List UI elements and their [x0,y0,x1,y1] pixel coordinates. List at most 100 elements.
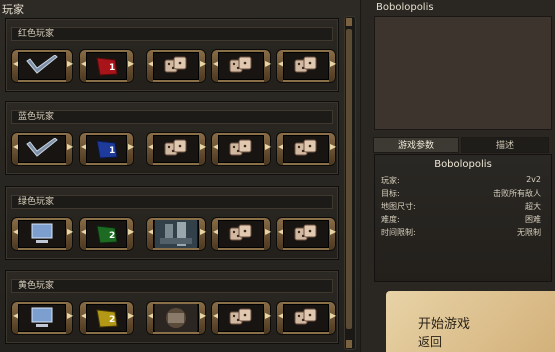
leader-slot[interactable]: ◀ ▶ [11,301,73,335]
next-arrow[interactable]: ▶ [264,218,271,250]
team-banner-icon: 2 [87,221,126,247]
next-arrow[interactable]: ▶ [329,302,336,334]
team-title: 绿色玩家 [11,195,333,209]
team-number: 2 [109,231,116,241]
info-label: 玩家: [381,176,400,185]
computer-icon [19,221,65,247]
players-scrollbar[interactable] [344,16,356,350]
team-section-green: 绿色玩家 ◀ ▶ ◀ 2 ▶ ◀ ▶ ◀ ▶ ◀ ▶ [5,186,339,260]
random-dice-icon [219,305,263,331]
leader-slot[interactable]: ◀ ▶ [11,49,73,83]
team-banner-slot[interactable]: ◀ 2 ▶ [79,217,134,251]
team-title: 红色玩家 [11,27,333,41]
hero-portrait-icon [154,304,198,332]
random-dice-icon [284,53,328,79]
back-button[interactable]: 返回 [418,333,442,350]
info-row-time-limit: 时间限制: 无限制 [381,227,541,240]
next-arrow[interactable]: ▶ [127,50,134,82]
info-value: 击败所有敌人 [493,189,541,198]
info-value: 2v2 [526,175,541,184]
team-number: 1 [109,63,116,73]
random-dice-icon [154,53,198,79]
team-number: 2 [109,315,116,325]
next-arrow[interactable]: ▶ [66,218,73,250]
computer-icon [19,305,65,331]
team-number: 1 [109,146,116,156]
info-label: 难度: [381,215,400,224]
players-header: 玩家 [2,3,24,16]
next-arrow[interactable]: ▶ [264,133,271,165]
hero-portrait-icon [154,220,198,248]
multiplayer-lobby-screen: 玩家 红色玩家 ◀ ▶ ◀ 1 ▶ ◀ ▶ ◀ ▶ ◀ ▶ 蓝色玩家 ◀ ▶ ◀… [0,0,555,352]
info-label: 时间限制: [381,228,416,237]
checkmark-icon [19,53,65,79]
info-value: 超大 [525,202,541,211]
info-tabs: 游戏参数 描述 [373,137,549,153]
next-arrow[interactable]: ▶ [199,133,206,165]
info-row-players: 玩家: 2v2 [381,175,541,188]
scroll-thumb[interactable] [346,29,352,329]
hero-slot[interactable]: ◀ ▶ [211,217,271,251]
next-arrow[interactable]: ▶ [329,218,336,250]
random-dice-icon [284,136,328,162]
next-arrow[interactable]: ▶ [199,218,206,250]
next-arrow[interactable]: ▶ [264,302,271,334]
team-banner-icon: 2 [87,305,126,331]
hero-slot[interactable]: ◀ ▶ [211,132,271,166]
game-parameters-panel: Bobolopolis 玩家: 2v2 目标: 击败所有敌人 地图尺寸: 超大 … [374,154,552,282]
next-arrow[interactable]: ▶ [199,50,206,82]
info-label: 目标: [381,189,400,198]
next-arrow[interactable]: ▶ [127,133,134,165]
parchment-menu: 开始游戏 返回 [386,291,555,352]
team-banner-icon: 1 [87,53,126,79]
hero-slot[interactable]: ◀ ▶ [146,49,206,83]
random-dice-icon [219,221,263,247]
info-row-map-size: 地图尺寸: 超大 [381,201,541,214]
hero-slot[interactable]: ◀ ▶ [276,217,336,251]
random-dice-icon [284,305,328,331]
next-arrow[interactable]: ▶ [66,133,73,165]
scroll-up-arrow[interactable] [346,18,352,26]
tab-game-parameters[interactable]: 游戏参数 [373,137,459,153]
map-preview [374,16,552,130]
hero-slot[interactable]: ◀ ▶ [211,301,271,335]
random-dice-icon [284,221,328,247]
info-row-difficulty: 难度: 困难 [381,214,541,227]
random-dice-icon [219,136,263,162]
hero-slot[interactable]: ◀ ▶ [211,49,271,83]
team-banner-slot[interactable]: ◀ 2 ▶ [79,301,134,335]
info-map-name: Bobolopolis [434,159,492,170]
next-arrow[interactable]: ▶ [329,133,336,165]
hero-slot[interactable]: ◀ ▶ [276,132,336,166]
next-arrow[interactable]: ▶ [199,302,206,334]
hero-slot[interactable]: ◀ ▶ [276,49,336,83]
next-arrow[interactable]: ▶ [127,218,134,250]
team-section-yellow: 黄色玩家 ◀ ▶ ◀ 2 ▶ ◀ ▶ ◀ ▶ ◀ ▶ [5,270,339,344]
hero-slot[interactable]: ◀ ▶ [146,132,206,166]
info-value: 无限制 [517,228,541,237]
tab-description[interactable]: 描述 [461,137,549,153]
checkmark-icon [19,136,65,162]
team-banner-slot[interactable]: ◀ 1 ▶ [79,49,134,83]
hero-slot[interactable]: ◀ ▶ [146,217,206,251]
hero-slot[interactable]: ◀ ▶ [276,301,336,335]
leader-slot[interactable]: ◀ ▶ [11,217,73,251]
next-arrow[interactable]: ▶ [127,302,134,334]
team-section-blue: 蓝色玩家 ◀ ▶ ◀ 1 ▶ ◀ ▶ ◀ ▶ ◀ ▶ [5,101,339,175]
leader-slot[interactable]: ◀ ▶ [11,132,73,166]
team-banner-slot[interactable]: ◀ 1 ▶ [79,132,134,166]
team-title: 黄色玩家 [11,279,333,293]
players-panel: 玩家 红色玩家 ◀ ▶ ◀ 1 ▶ ◀ ▶ ◀ ▶ ◀ ▶ 蓝色玩家 ◀ ▶ ◀… [0,0,361,352]
team-title: 蓝色玩家 [11,110,333,124]
team-section-red: 红色玩家 ◀ ▶ ◀ 1 ▶ ◀ ▶ ◀ ▶ ◀ ▶ [5,18,339,92]
start-game-button[interactable]: 开始游戏 [418,313,470,332]
next-arrow[interactable]: ▶ [66,302,73,334]
info-label: 地图尺寸: [381,202,416,211]
info-row-goal: 目标: 击败所有敌人 [381,188,541,201]
scroll-down-arrow[interactable] [346,340,352,348]
next-arrow[interactable]: ▶ [264,50,271,82]
random-dice-icon [219,53,263,79]
next-arrow[interactable]: ▶ [66,50,73,82]
hero-slot[interactable]: ◀ ▶ [146,301,206,335]
next-arrow[interactable]: ▶ [329,50,336,82]
